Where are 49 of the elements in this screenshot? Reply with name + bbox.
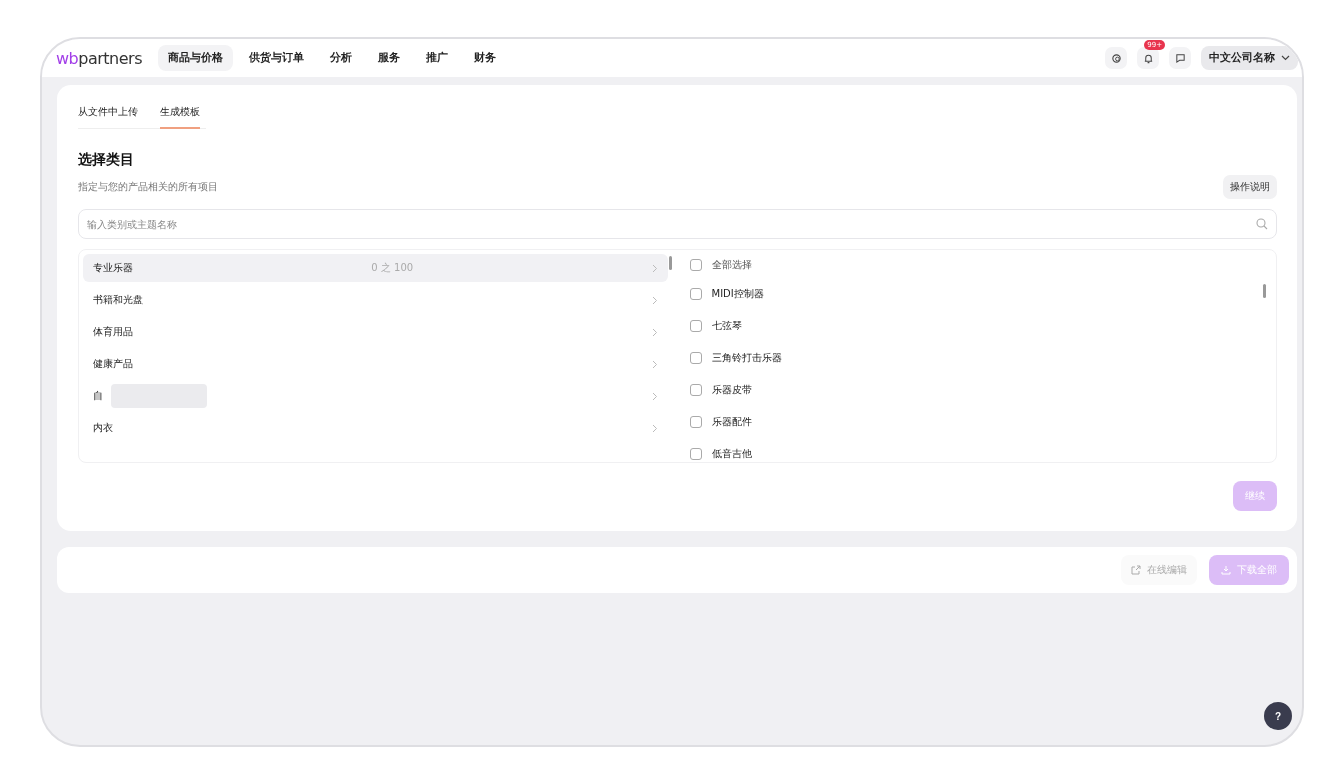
chevron-right-icon bbox=[651, 327, 658, 337]
help-button[interactable]: 操作说明 bbox=[1223, 175, 1277, 199]
checkbox[interactable] bbox=[689, 320, 702, 332]
nav-item[interactable]: 财务 bbox=[463, 45, 506, 71]
chat-icon bbox=[1110, 52, 1122, 64]
nav-item[interactable]: 供货与订单 bbox=[238, 45, 314, 71]
subcategory-checkbox[interactable]: 低音吉他 bbox=[681, 438, 1266, 462]
subcategory-checkbox[interactable]: 七弦琴 bbox=[681, 310, 1266, 342]
checkbox[interactable] bbox=[689, 288, 702, 300]
checkbox[interactable] bbox=[689, 352, 702, 364]
help-fab[interactable]: ? bbox=[1264, 702, 1292, 730]
section-subtitle: 指定与您的产品相关的所有项目 bbox=[78, 180, 218, 194]
message-icon bbox=[1174, 52, 1186, 64]
category-item[interactable]: 专业乐器 0 之 100 bbox=[83, 254, 668, 282]
scrollbar-thumb[interactable] bbox=[668, 256, 672, 270]
subcategory-checkbox[interactable]: 三角铃打击乐器 bbox=[681, 342, 1266, 374]
subcategory-checkbox[interactable]: MIDI控制器 bbox=[681, 278, 1266, 310]
nav-item[interactable]: 分析 bbox=[319, 45, 362, 71]
scrollbar-thumb[interactable] bbox=[1263, 284, 1266, 298]
select-all-checkbox[interactable]: 全部选择 bbox=[681, 252, 1266, 278]
section-title: 选择类目 bbox=[78, 151, 135, 169]
checkbox[interactable] bbox=[689, 259, 702, 271]
chat-button[interactable] bbox=[1105, 47, 1127, 69]
checkbox[interactable] bbox=[689, 448, 702, 460]
feedback-button[interactable] bbox=[1169, 47, 1191, 69]
external-link-icon bbox=[1131, 565, 1141, 575]
nav-item[interactable]: 商品与价格 bbox=[157, 45, 233, 71]
chevron-right-icon bbox=[651, 423, 658, 433]
logo[interactable]: wbpartners bbox=[56, 48, 142, 68]
chevron-right-icon bbox=[651, 263, 658, 273]
nav-item[interactable]: 服务 bbox=[367, 45, 410, 71]
checkbox[interactable] bbox=[689, 384, 702, 396]
checkbox[interactable] bbox=[689, 416, 702, 428]
tab[interactable]: 从文件中上传 bbox=[78, 101, 138, 129]
chevron-right-icon bbox=[651, 359, 658, 369]
search-field[interactable]: 输入类别或主题名称 bbox=[78, 209, 1277, 239]
subcategory-checkbox[interactable]: 乐器皮带 bbox=[681, 374, 1266, 406]
subcategory-checkbox[interactable]: 乐器配件 bbox=[681, 406, 1266, 438]
nav-item[interactable]: 推广 bbox=[415, 45, 458, 71]
chevron-right-icon bbox=[651, 391, 658, 401]
chevron-down-icon bbox=[1281, 55, 1290, 61]
download-icon bbox=[1221, 565, 1231, 575]
notification-button[interactable] bbox=[1137, 47, 1159, 69]
account-menu[interactable]: 中文公司名称 bbox=[1201, 46, 1298, 70]
chevron-right-icon bbox=[651, 295, 658, 305]
tab[interactable]: 生成模板 bbox=[160, 101, 200, 129]
selection-count: 0 之 100 bbox=[371, 261, 414, 275]
search-icon bbox=[1256, 218, 1268, 230]
bell-icon bbox=[1142, 52, 1154, 64]
